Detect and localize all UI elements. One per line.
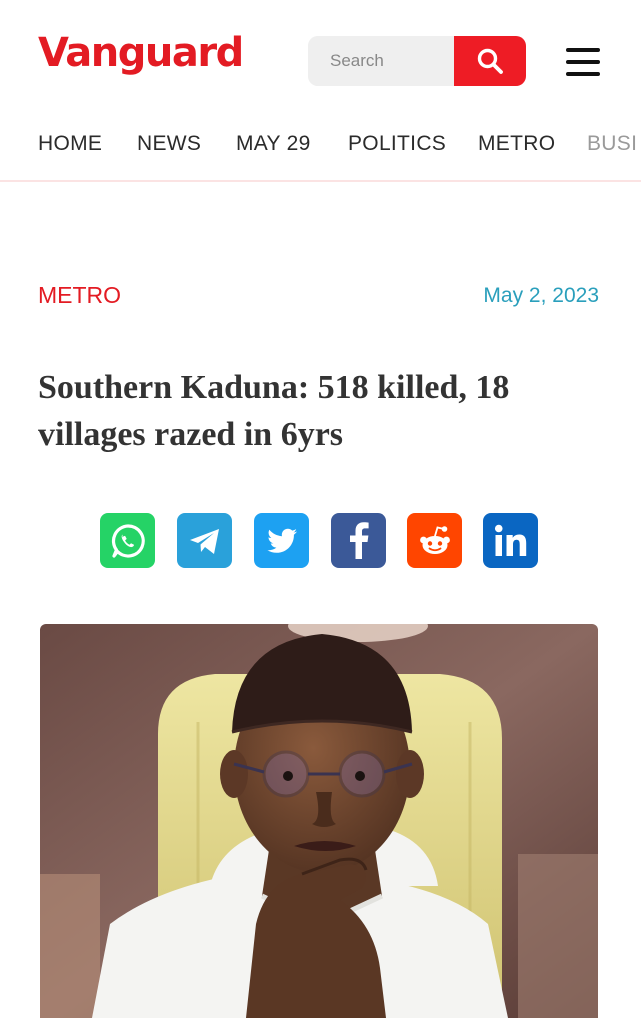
telegram-icon [189, 528, 219, 554]
main-nav: HOME NEWS MAY 29 POLITICS METRO BUSI [0, 118, 641, 182]
share-reddit-button[interactable] [407, 513, 462, 568]
article-headline: Southern Kaduna: 518 killed, 18 villages… [38, 369, 510, 453]
article-photo-illustration [40, 624, 598, 1018]
share-whatsapp-button[interactable] [100, 513, 155, 568]
article-category[interactable]: METRO [38, 282, 121, 309]
article-date: May 2, 2023 [483, 284, 599, 307]
nav-item-news[interactable]: NEWS [137, 132, 201, 156]
site-header: Vanguard [0, 0, 641, 118]
nav-item-metro[interactable]: METRO [478, 132, 555, 156]
share-telegram-button[interactable] [177, 513, 232, 568]
search-box [308, 36, 526, 86]
share-facebook-button[interactable] [331, 513, 386, 568]
nav-item-politics[interactable]: POLITICS [348, 132, 446, 156]
whatsapp-icon [111, 523, 145, 558]
search-button[interactable] [454, 36, 526, 86]
twitter-icon [266, 528, 297, 553]
search-icon [477, 48, 503, 74]
article-image [40, 624, 598, 1018]
search-input[interactable] [308, 36, 454, 86]
share-linkedin-button[interactable] [483, 513, 538, 568]
vanguard-logo[interactable]: Vanguard [38, 30, 244, 76]
nav-item-home[interactable]: HOME [38, 132, 102, 156]
nav-item-may-29[interactable]: MAY 29 [236, 132, 311, 156]
share-twitter-button[interactable] [254, 513, 309, 568]
linkedin-icon [494, 524, 526, 556]
facebook-icon [349, 521, 369, 559]
nav-item-business[interactable]: BUSI [587, 132, 637, 156]
hamburger-menu-icon[interactable] [566, 48, 600, 76]
reddit-icon [419, 525, 450, 554]
